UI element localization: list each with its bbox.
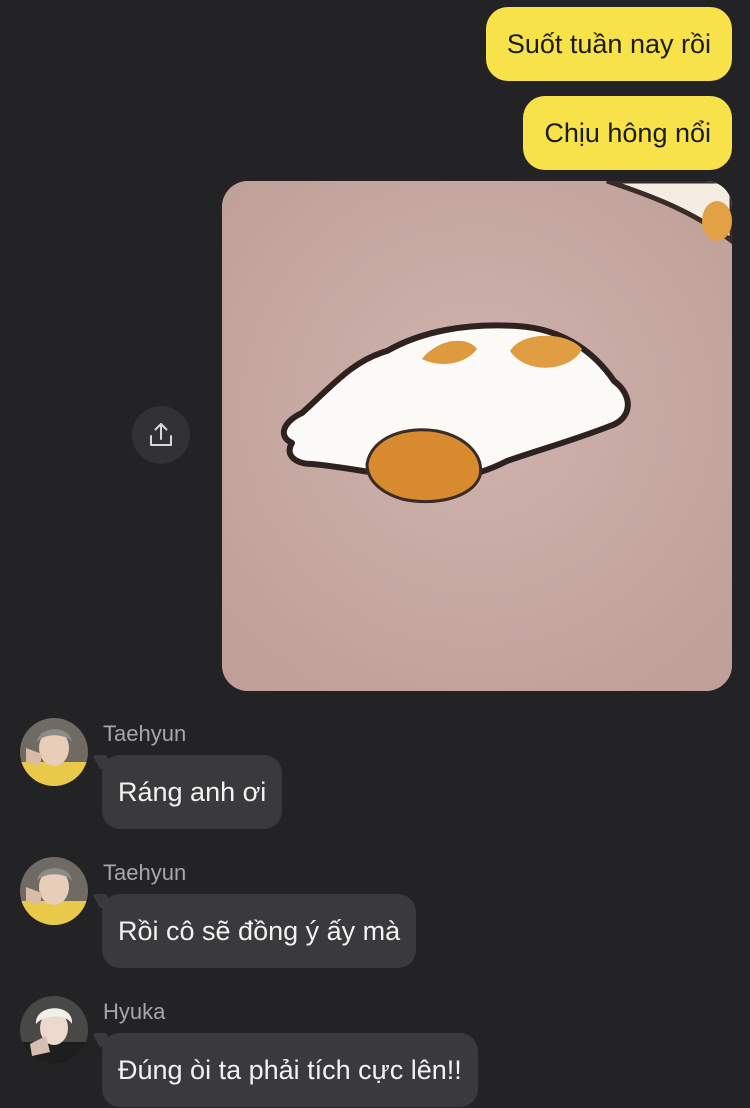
outgoing-message-bubble[interactable]: Chịu hông nổi [523,96,732,170]
message-text: Ráng anh ơi [118,777,267,807]
incoming-message-bubble[interactable]: Đúng òi ta phải tích cực lên!! [102,1033,478,1107]
message-text: Đúng òi ta phải tích cực lên!! [118,1055,462,1085]
message-text: Chịu hông nổi [544,118,711,148]
incoming-message-bubble[interactable]: Ráng anh ơi [102,755,283,829]
avatar-taehyun[interactable] [20,857,88,925]
sender-name: Hyuka [103,999,166,1024]
sender-name: Taehyun [103,721,187,746]
chat-thread: Suốt tuần nay rồi Chịu hông nổi Taehyun … [0,0,750,1108]
avatar-image [20,857,88,925]
share-icon [150,423,172,446]
share-button[interactable] [132,406,190,464]
image-message[interactable] [222,181,732,691]
avatar-hyuka[interactable] [20,996,88,1064]
hamster-sticker-image [222,181,732,691]
incoming-message-bubble[interactable]: Rồi cô sẽ đồng ý ấy mà [102,894,417,968]
avatar-taehyun[interactable] [20,718,88,786]
avatar-image [20,718,88,786]
sender-name: Taehyun [103,860,187,885]
outgoing-message-bubble[interactable]: Suốt tuần nay rồi [485,7,732,81]
message-text: Rồi cô sẽ đồng ý ấy mà [118,916,401,946]
message-text: Suốt tuần nay rồi [506,29,711,59]
avatar-image [20,996,88,1064]
